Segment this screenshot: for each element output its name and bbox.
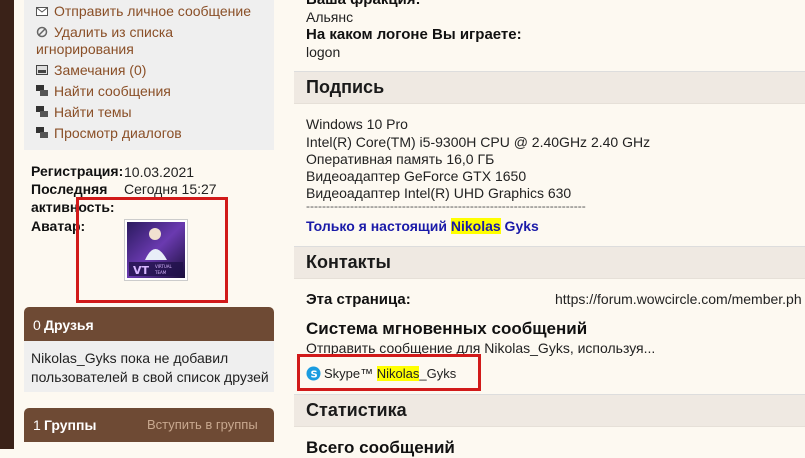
stats-section-header: Статистика bbox=[294, 394, 805, 427]
friends-count: 0 bbox=[33, 317, 41, 333]
left-frame-border bbox=[0, 0, 14, 449]
last-activity-label: Последняя bbox=[31, 181, 108, 197]
find-threads-icon bbox=[36, 105, 48, 117]
envelope-icon bbox=[36, 4, 48, 16]
find-posts-link[interactable]: Найти сообщения bbox=[36, 83, 171, 100]
groups-title: Группы bbox=[44, 417, 97, 433]
friends-title: Друзья bbox=[44, 317, 94, 333]
signature-line-1: Windows 10 Pro bbox=[306, 116, 408, 132]
infractions-icon bbox=[36, 63, 48, 75]
infractions-link[interactable]: Замечания (0) bbox=[36, 62, 146, 79]
logon-value: logon bbox=[306, 44, 341, 60]
friends-panel-body: Nikolas_Gyks пока не добавил пользовател… bbox=[24, 341, 274, 392]
contacts-title: Контакты bbox=[306, 252, 391, 272]
signature-line-2: Intel(R) Core(TM) i5-9300H CPU @ 2.40GHz… bbox=[306, 134, 651, 150]
find-threads-link[interactable]: Найти темы bbox=[36, 104, 132, 121]
profile-sidebar: Отправить личное сообщение Удалить из сп… bbox=[24, 0, 274, 449]
profile-main: Ваша фракция: Альянс На каком логоне Вы … bbox=[294, 0, 805, 457]
this-page-label: Эта страница: bbox=[306, 291, 411, 308]
this-page-url[interactable]: https://forum.wowcircle.com/member.ph bbox=[555, 291, 802, 307]
remove-ignore-link[interactable]: Удалить из списка игнорирования bbox=[36, 24, 173, 58]
registration-label: Регистрация: bbox=[31, 163, 124, 179]
profile-actions: Отправить личное сообщение Удалить из сп… bbox=[24, 0, 274, 150]
friends-empty-text-1: Nikolas_Gyks пока не добавил bbox=[31, 350, 229, 366]
signature-tagline-prefix: Только я настоящий bbox=[306, 218, 451, 234]
find-posts-icon bbox=[36, 84, 48, 96]
signature-tagline: Только я настоящий Nikolas Gyks bbox=[306, 218, 539, 234]
annotation-box-skype bbox=[297, 354, 481, 391]
signature-title: Подпись bbox=[306, 77, 385, 97]
signature-separator: ----------------------------------------… bbox=[306, 199, 586, 213]
friends-empty-text-2: пользователей в свой список друзей bbox=[31, 369, 269, 385]
contacts-section-header: Контакты bbox=[294, 246, 805, 279]
stats-title: Статистика bbox=[306, 400, 407, 420]
annotation-box-avatar bbox=[76, 197, 228, 303]
faction-label: Ваша фракция: bbox=[306, 0, 421, 8]
total-posts-label: Всего сообщений bbox=[306, 438, 455, 457]
conversations-link[interactable]: Просмотр диалогов bbox=[36, 125, 182, 142]
join-groups-link[interactable]: Вступить в группы bbox=[147, 417, 258, 432]
friends-panel-header: 0 Друзья bbox=[24, 307, 274, 341]
signature-tagline-highlight: Nikolas bbox=[450, 218, 501, 234]
signature-section-header: Подпись bbox=[294, 71, 805, 104]
signature-line-3: Оперативная память 16,0 ГБ bbox=[306, 151, 495, 167]
logon-label: На каком логоне Вы играете: bbox=[306, 26, 522, 43]
groups-count: 1 bbox=[33, 417, 41, 433]
groups-panel-header: 1 Группы Вступить в группы bbox=[24, 408, 274, 442]
send-pm-link[interactable]: Отправить личное сообщение bbox=[36, 3, 251, 20]
remove-ignore-icon bbox=[36, 25, 48, 38]
signature-line-4: Видеоадаптер GeForce GTX 1650 bbox=[306, 168, 527, 184]
conversations-icon bbox=[36, 126, 48, 138]
faction-value: Альянс bbox=[306, 9, 354, 25]
last-activity-value: Сегодня 15:27 bbox=[124, 181, 217, 197]
registration-value: 10.03.2021 bbox=[124, 164, 195, 180]
signature-tagline-suffix: Gyks bbox=[500, 218, 539, 234]
im-title: Система мгновенных сообщений bbox=[306, 319, 588, 338]
